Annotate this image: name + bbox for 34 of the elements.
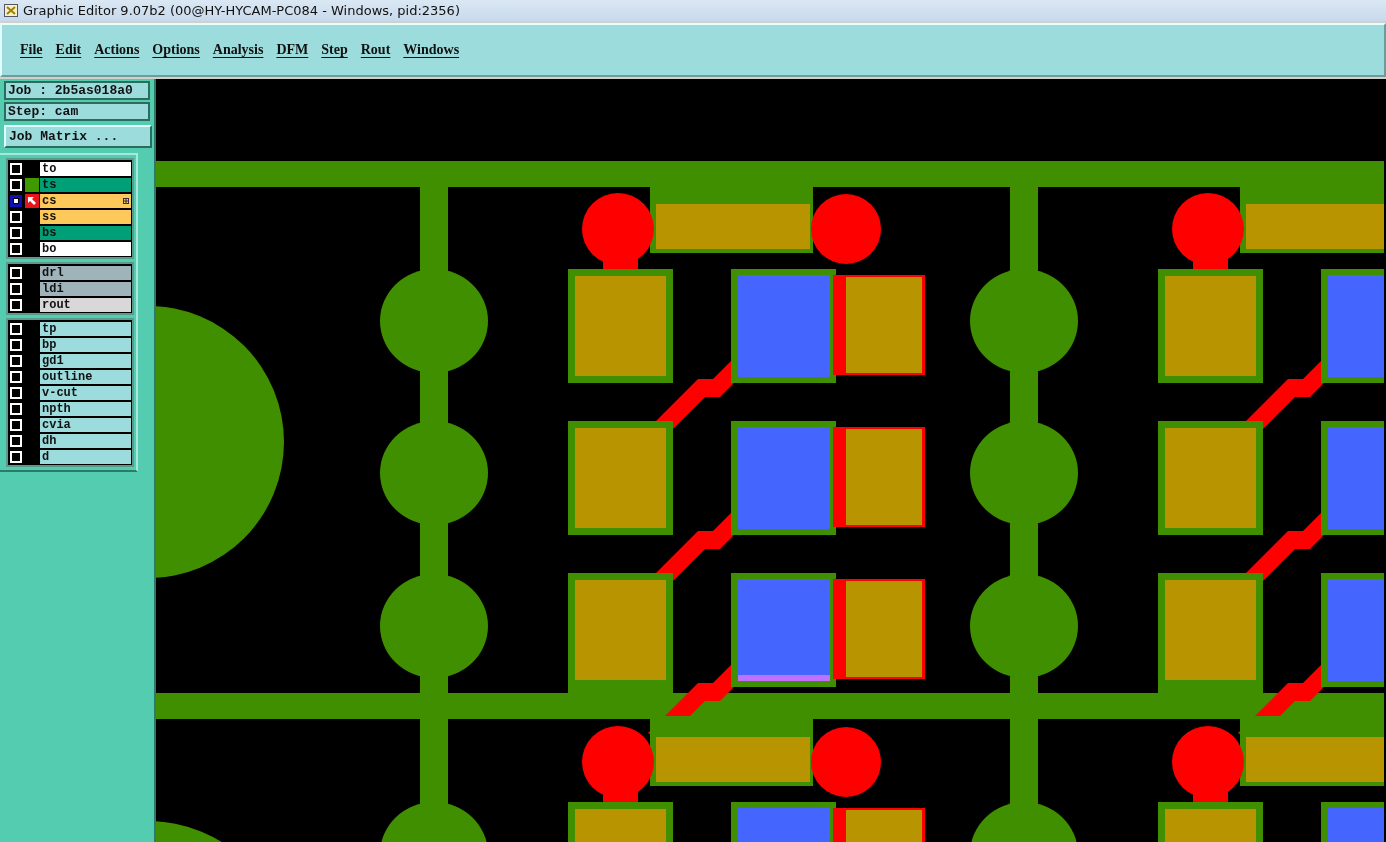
layer-checkbox[interactable] — [10, 194, 22, 207]
menu-item[interactable]: Actions — [92, 42, 151, 58]
layer-name[interactable]: bp — [40, 337, 131, 352]
grid-icon — [123, 197, 129, 204]
step-name: Step: cam — [4, 102, 150, 121]
menu-item[interactable]: Options — [150, 42, 211, 58]
layer-name[interactable]: ss — [40, 209, 131, 224]
layer-name[interactable]: v-cut — [40, 385, 131, 400]
layer-name[interactable]: ts — [40, 177, 131, 192]
menu-item[interactable]: Step — [319, 42, 359, 58]
menu-item[interactable]: File — [18, 42, 54, 58]
layer-name[interactable]: dh — [40, 433, 131, 448]
job-name: Job : 2b5as018a0 — [4, 81, 150, 100]
job-matrix-button[interactable]: Job Matrix ... — [4, 125, 152, 148]
window-title: Graphic Editor 9.07b2 (00@HY-HYCAM-PC084 - Windows, pid:2356) — [23, 3, 460, 18]
menu-item[interactable]: Windows — [401, 42, 471, 58]
layer-name[interactable]: tp — [40, 321, 131, 336]
menu-item[interactable]: Edit — [53, 42, 93, 58]
layer-name[interactable]: drl — [40, 265, 131, 280]
app-icon — [4, 4, 18, 17]
menu-item[interactable]: Rout — [358, 42, 402, 58]
menu-item[interactable]: DFM — [274, 42, 320, 58]
layer-name[interactable]: rout — [40, 297, 131, 312]
layer-name[interactable]: gd1 — [40, 353, 131, 368]
layer-name[interactable]: bo — [40, 241, 131, 256]
layer-name[interactable]: npth — [40, 401, 131, 416]
layer-name[interactable]: cvia — [40, 417, 131, 432]
layer-name[interactable]: d — [40, 449, 131, 464]
layer-name[interactable]: outline — [40, 369, 131, 384]
layer-name[interactable]: to — [40, 161, 131, 176]
menu-item[interactable]: Analysis — [210, 42, 275, 58]
layer-name[interactable]: ldi — [40, 281, 131, 296]
layer-name[interactable]: bs — [40, 225, 131, 240]
layer-name[interactable]: cs — [40, 193, 131, 208]
